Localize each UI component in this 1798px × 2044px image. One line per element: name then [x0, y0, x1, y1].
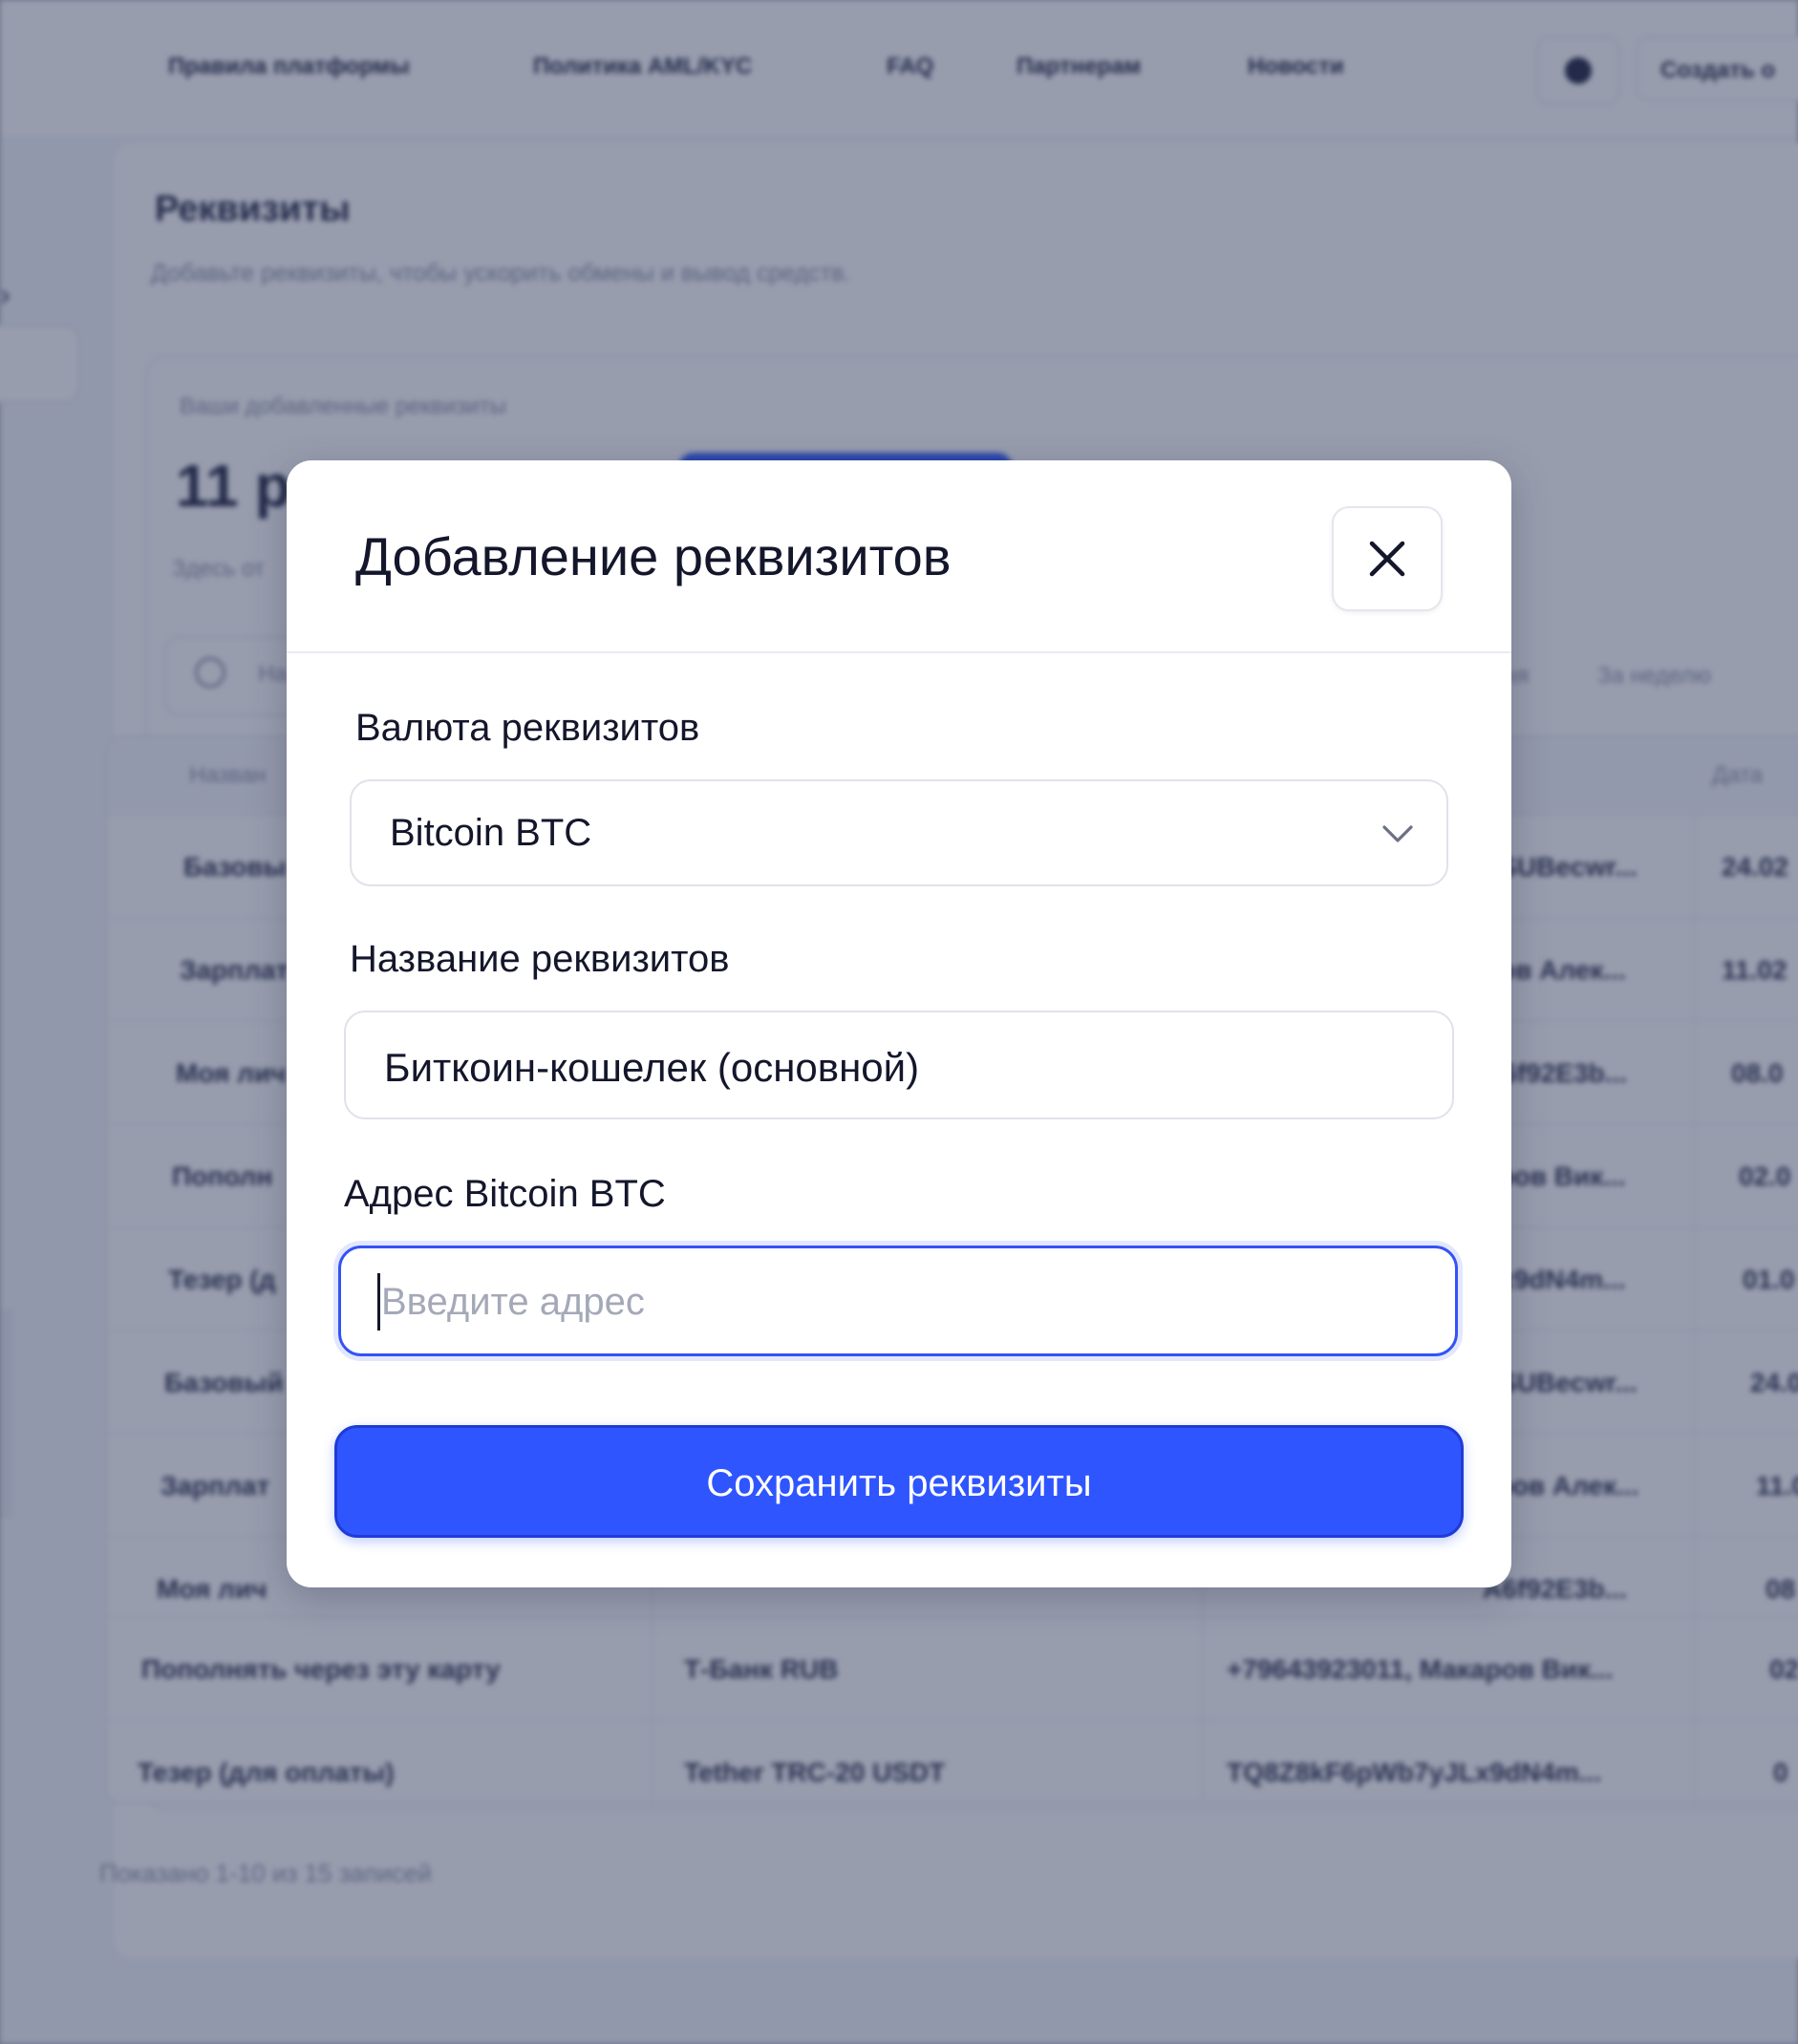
text-caret [377, 1273, 380, 1331]
add-requisites-modal: Добавление реквизитов Валюта реквизитов … [287, 460, 1511, 1587]
address-label: Адрес Bitcoin BTC [344, 1173, 666, 1215]
requisites-name-input[interactable]: Биткоин-кошелек (основной) [344, 1011, 1454, 1119]
close-icon [1369, 541, 1405, 577]
modal-title: Добавление реквизитов [355, 526, 952, 586]
save-button-label: Сохранить реквизиты [706, 1462, 1092, 1504]
address-input[interactable]: Введите адрес [338, 1246, 1458, 1356]
requisites-name-value: Биткоин-кошелек (основной) [384, 1045, 920, 1090]
currency-selected-value: Bitcoin BTC [390, 812, 592, 854]
chevron-down-icon [1382, 825, 1413, 842]
close-button[interactable] [1332, 506, 1443, 611]
requisites-name-label: Название реквизитов [350, 938, 730, 980]
address-placeholder: Введите адрес [381, 1281, 645, 1323]
currency-select[interactable]: Bitcoin BTC [350, 779, 1448, 886]
currency-label: Валюта реквизитов [355, 707, 700, 749]
save-requisites-button[interactable]: Сохранить реквизиты [334, 1425, 1464, 1538]
modal-header: Добавление реквизитов [287, 460, 1511, 653]
